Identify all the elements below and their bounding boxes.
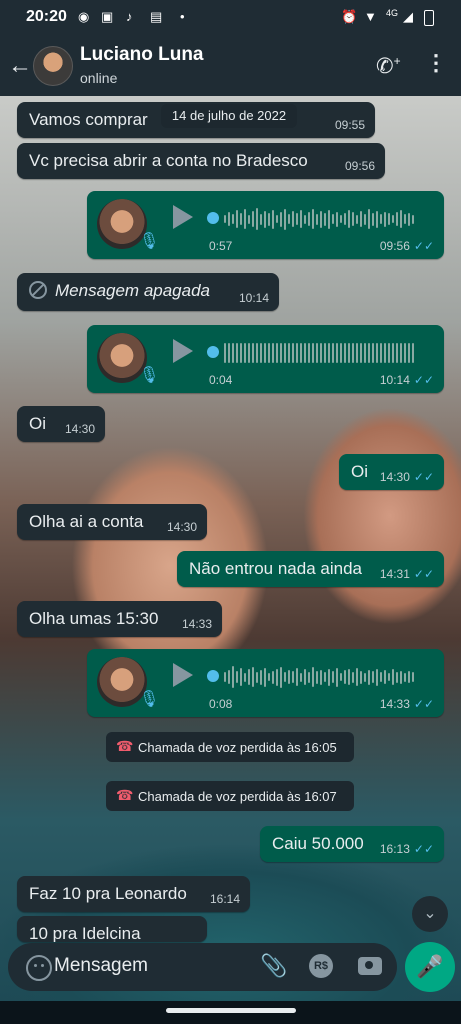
read-ticks-icon: ✓✓ (413, 239, 434, 253)
play-icon[interactable] (173, 339, 193, 363)
message-time: 16:14 (209, 892, 240, 906)
message-time: 10:14 ✓✓ (379, 373, 434, 387)
message-incoming[interactable]: 10 pra Idelcina (17, 916, 207, 942)
voice-waveform[interactable] (224, 665, 414, 689)
message-incoming[interactable]: Vc precisa abrir a conta no Bradesco 09:… (17, 143, 385, 179)
message-time: 14:33 ✓✓ (379, 697, 434, 711)
play-icon[interactable] (173, 663, 193, 687)
message-text: Vc precisa abrir a conta no Bradesco (29, 151, 308, 170)
message-time: 09:55 (334, 118, 365, 132)
mic-icon: 🎙 (139, 367, 160, 384)
voice-waveform[interactable] (224, 341, 414, 365)
mic-icon: 🎙 (139, 233, 160, 250)
scroll-to-bottom-button[interactable]: ⌄ (412, 896, 448, 932)
message-time: 14:33 (181, 617, 212, 631)
network-type: 4G (386, 8, 399, 18)
message-incoming[interactable]: Olha umas 15:30 14:33 (17, 601, 222, 637)
mic-icon: 🎤 (416, 954, 444, 979)
wifi-icon: ▼ (364, 9, 377, 24)
chat-header: ← Luciano Luna online ✆+ ⋮ (0, 34, 461, 96)
battery-icon (424, 10, 434, 26)
voice-message-outgoing[interactable]: 🎙 0:57 09:56 ✓✓ (87, 191, 444, 259)
mic-icon: 🎙 (139, 691, 160, 708)
voice-message-outgoing[interactable]: 🎙 0:04 10:14 ✓✓ (87, 325, 444, 393)
emoji-icon[interactable] (26, 955, 52, 981)
chevron-down-icon: ⌄ (423, 905, 437, 922)
message-text: 10 pra Idelcina (29, 924, 141, 942)
play-icon[interactable] (173, 205, 193, 229)
message-incoming[interactable]: Faz 10 pra Leonardo 16:14 (17, 876, 250, 912)
message-deleted[interactable]: Mensagem apagada 10:14 (17, 273, 279, 311)
voice-message-outgoing[interactable]: 🎙 0:08 14:33 ✓✓ (87, 649, 444, 717)
message-time: 14:30 (64, 422, 95, 436)
message-incoming[interactable]: Oi 14:30 (17, 406, 105, 442)
contact-presence: online (80, 70, 118, 86)
message-outgoing[interactable]: Não entrou nada ainda 14:31 ✓✓ (177, 551, 444, 587)
facebook-notification-icon: ▣ (101, 9, 114, 24)
contact-avatar[interactable] (33, 46, 73, 86)
message-text: Mensagem apagada (55, 281, 211, 300)
message-time: 14:31 ✓✓ (379, 567, 434, 581)
message-text: Olha umas 15:30 (29, 609, 159, 628)
read-ticks-icon: ✓✓ (413, 567, 434, 581)
missed-call-notice[interactable]: ☎ Chamada de voz perdida às 16:07 (106, 781, 354, 811)
message-text: Faz 10 pra Leonardo (29, 884, 187, 903)
playback-scrubber[interactable] (207, 670, 219, 682)
voice-waveform[interactable] (224, 207, 414, 231)
message-composer[interactable]: Mensagem 📎 R$ (8, 943, 397, 991)
message-input[interactable]: Mensagem (54, 955, 148, 977)
attach-icon[interactable]: 📎 (260, 953, 287, 979)
voice-record-button[interactable]: 🎤 (405, 942, 455, 992)
alarm-icon: ⏰ (341, 9, 358, 24)
voice-duration: 0:57 (209, 239, 233, 253)
read-ticks-icon: ✓✓ (413, 842, 434, 856)
add-call-icon[interactable]: ✆+ (376, 54, 401, 79)
more-notifications-dot-icon: • (180, 9, 185, 24)
message-text: Oi (29, 414, 46, 433)
message-time: 14:30 (166, 520, 197, 534)
date-chip: 14 de julho de 2022 (161, 104, 297, 128)
message-time: 09:56 ✓✓ (379, 239, 434, 253)
message-outgoing[interactable]: Caiu 50.000 16:13 ✓✓ (260, 826, 444, 862)
message-text: Não entrou nada ainda (189, 559, 362, 578)
deleted-icon (29, 281, 47, 299)
missed-call-notice[interactable]: ☎ Chamada de voz perdida às 16:05 (106, 732, 354, 762)
contact-name[interactable]: Luciano Luna (80, 44, 204, 66)
missed-call-icon: ☎ (116, 738, 134, 754)
status-time: 20:20 (26, 8, 67, 25)
message-time: 14:30 ✓✓ (379, 470, 434, 484)
more-menu-icon[interactable]: ⋮ (425, 50, 447, 76)
message-text: Vamos comprar (29, 110, 148, 129)
back-arrow-icon[interactable]: ← (8, 52, 32, 80)
home-gesture-handle[interactable] (166, 1008, 296, 1013)
signal-icon: ◢ (403, 9, 413, 24)
playback-scrubber[interactable] (207, 346, 219, 358)
camera-icon[interactable] (358, 957, 382, 975)
missed-call-icon: ☎ (116, 787, 134, 803)
read-ticks-icon: ✓✓ (413, 373, 434, 387)
message-text: Caiu 50.000 (272, 834, 364, 853)
voice-duration: 0:04 (209, 373, 233, 387)
message-time: 16:13 ✓✓ (379, 842, 434, 856)
tiktok-notification-icon: ♪ (126, 9, 133, 24)
missed-call-text: Chamada de voz perdida às 16:07 (138, 789, 337, 804)
message-text: Olha ai a conta (29, 512, 144, 531)
status-bar: 20:20 ◉ ▣ ♪ ▤ • ⏰ ▼ 4G ◢ (0, 0, 461, 34)
read-ticks-icon: ✓✓ (413, 697, 434, 711)
message-time: 10:14 (238, 291, 269, 305)
voice-duration: 0:08 (209, 697, 233, 711)
message-text: Oi (351, 462, 368, 481)
message-incoming[interactable]: Olha ai a conta 14:30 (17, 504, 207, 540)
message-time: 09:56 (344, 159, 375, 173)
whatsapp-notification-icon: ◉ (78, 9, 90, 24)
read-ticks-icon: ✓✓ (413, 470, 434, 484)
playback-scrubber[interactable] (207, 212, 219, 224)
message-outgoing[interactable]: Oi 14:30 ✓✓ (339, 454, 444, 490)
missed-call-text: Chamada de voz perdida às 16:05 (138, 740, 337, 755)
pix-icon[interactable]: R$ (309, 954, 333, 978)
messages-notification-icon: ▤ (150, 9, 163, 24)
